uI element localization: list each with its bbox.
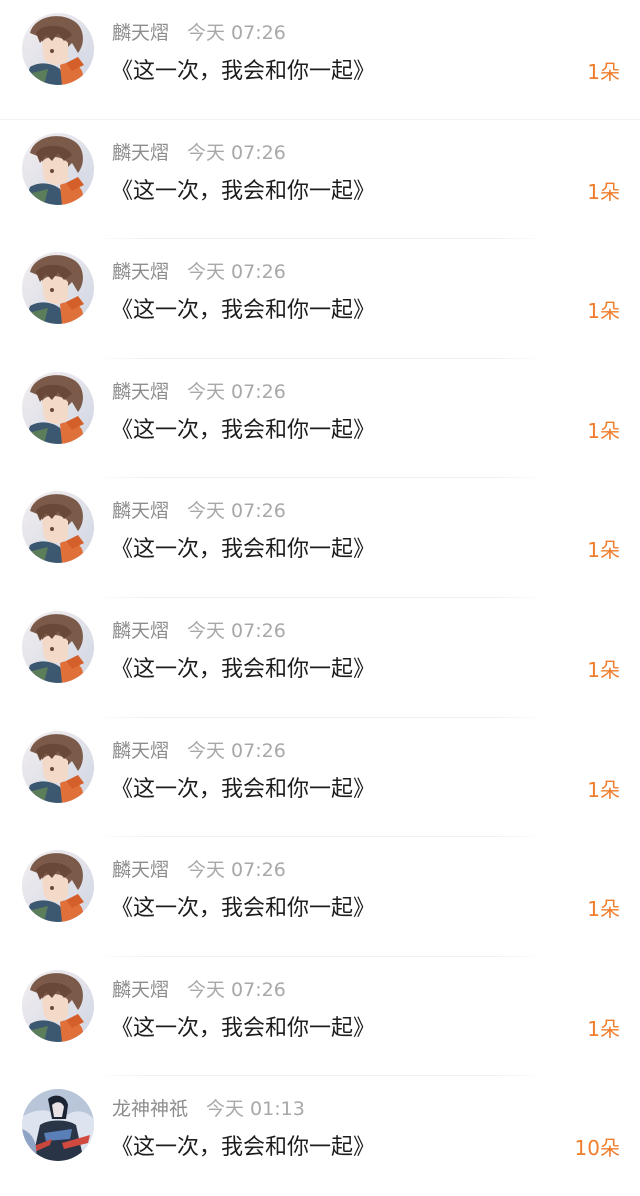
record-meta: 龙神神祇 今天 01:13	[112, 1096, 305, 1122]
gift-record-row[interactable]: 龙神神祇 今天 01:13 《这一次，我会和你一起》 10朵	[0, 1076, 640, 1196]
user-name[interactable]: 麟天熠	[112, 620, 169, 642]
record-time: 今天 07:26	[187, 859, 286, 882]
gift-count: 1朵	[587, 1016, 620, 1041]
record-time: 今天 07:26	[187, 261, 286, 284]
user-name[interactable]: 麟天熠	[112, 979, 169, 1001]
book-title: 《这一次，我会和你一起》	[111, 298, 376, 324]
record-time: 今天 07:26	[187, 978, 286, 1001]
user-avatar[interactable]	[22, 252, 94, 325]
book-title: 《这一次，我会和你一起》	[111, 537, 376, 563]
gift-record-row[interactable]: 麟天熠 今天 07:26 《这一次，我会和你一起》 1朵	[0, 957, 640, 1077]
user-avatar[interactable]	[22, 850, 94, 923]
record-meta: 麟天熠 今天 07:26	[112, 379, 286, 405]
record-meta: 麟天熠 今天 07:26	[112, 259, 286, 285]
gift-record-row[interactable]: 麟天熠 今天 07:26 《这一次，我会和你一起》 1朵	[0, 0, 640, 120]
gift-record-row[interactable]: 麟天熠 今天 07:26 《这一次，我会和你一起》 1朵	[0, 478, 640, 598]
user-name[interactable]: 麟天熠	[112, 859, 169, 881]
user-avatar[interactable]	[22, 132, 94, 205]
gift-record-row[interactable]: 麟天熠 今天 07:26 《这一次，我会和你一起》 1朵	[0, 718, 640, 838]
gift-record-row[interactable]: 麟天熠 今天 07:26 《这一次，我会和你一起》 1朵	[0, 359, 640, 479]
book-title: 《这一次，我会和你一起》	[111, 896, 376, 922]
gift-record-row[interactable]: 麟天熠 今天 07:26 《这一次，我会和你一起》 1朵	[0, 239, 640, 359]
gift-count: 1朵	[587, 418, 620, 443]
user-avatar[interactable]	[22, 491, 94, 564]
user-name[interactable]: 麟天熠	[112, 142, 169, 164]
book-title: 《这一次，我会和你一起》	[111, 657, 376, 682]
gift-count: 1朵	[587, 538, 620, 563]
gift-count: 1朵	[587, 897, 620, 922]
record-meta: 麟天熠 今天 07:26	[112, 618, 286, 644]
record-meta: 麟天熠 今天 07:26	[112, 498, 286, 524]
user-avatar[interactable]	[22, 611, 94, 683]
record-meta: 麟天熠 今天 07:26	[112, 977, 286, 1003]
gift-count: 10朵	[574, 1136, 620, 1161]
gift-record-row[interactable]: 麟天熠 今天 07:26 《这一次，我会和你一起》 1朵	[0, 598, 640, 718]
record-meta: 麟天熠 今天 07:26	[112, 140, 286, 166]
user-avatar[interactable]	[22, 371, 94, 444]
gift-record-row[interactable]: 麟天熠 今天 07:26 《这一次，我会和你一起》 1朵	[0, 837, 640, 957]
book-title: 《这一次，我会和你一起》	[111, 178, 376, 204]
book-title: 《这一次，我会和你一起》	[111, 417, 376, 443]
record-time: 今天 07:26	[187, 22, 286, 44]
user-name[interactable]: 麟天熠	[112, 381, 169, 403]
book-title: 《这一次，我会和你一起》	[111, 59, 376, 84]
book-title: 《这一次，我会和你一起》	[111, 776, 376, 802]
gift-count: 1朵	[587, 179, 620, 204]
record-time: 今天 07:26	[187, 500, 286, 523]
record-time: 今天 07:26	[187, 380, 286, 403]
user-avatar[interactable]	[22, 730, 94, 803]
record-meta: 麟天熠 今天 07:26	[112, 738, 286, 764]
book-title: 《这一次，我会和你一起》	[111, 1015, 376, 1041]
user-name[interactable]: 麟天熠	[112, 22, 169, 44]
user-name[interactable]: 麟天熠	[112, 261, 169, 283]
user-avatar[interactable]	[22, 969, 94, 1042]
gift-count: 1朵	[587, 299, 620, 324]
user-avatar[interactable]	[22, 1089, 94, 1162]
record-time: 今天 07:26	[187, 739, 286, 762]
gift-record-row[interactable]: 麟天熠 今天 07:26 《这一次，我会和你一起》 1朵	[0, 120, 640, 240]
record-time: 今天 01:13	[206, 1098, 305, 1121]
record-time: 今天 07:26	[187, 620, 286, 642]
book-title: 《这一次，我会和你一起》	[111, 1135, 376, 1161]
user-name[interactable]: 麟天熠	[112, 500, 169, 522]
user-name[interactable]: 龙神神祇	[112, 1098, 188, 1120]
gift-count: 1朵	[587, 658, 620, 682]
user-avatar[interactable]	[22, 13, 94, 85]
user-name[interactable]: 麟天熠	[112, 740, 169, 762]
record-time: 今天 07:26	[187, 141, 286, 164]
record-meta: 麟天熠 今天 07:26	[112, 20, 286, 46]
gift-count: 1朵	[587, 60, 620, 84]
record-meta: 麟天熠 今天 07:26	[112, 857, 286, 883]
gift-count: 1朵	[587, 777, 620, 802]
